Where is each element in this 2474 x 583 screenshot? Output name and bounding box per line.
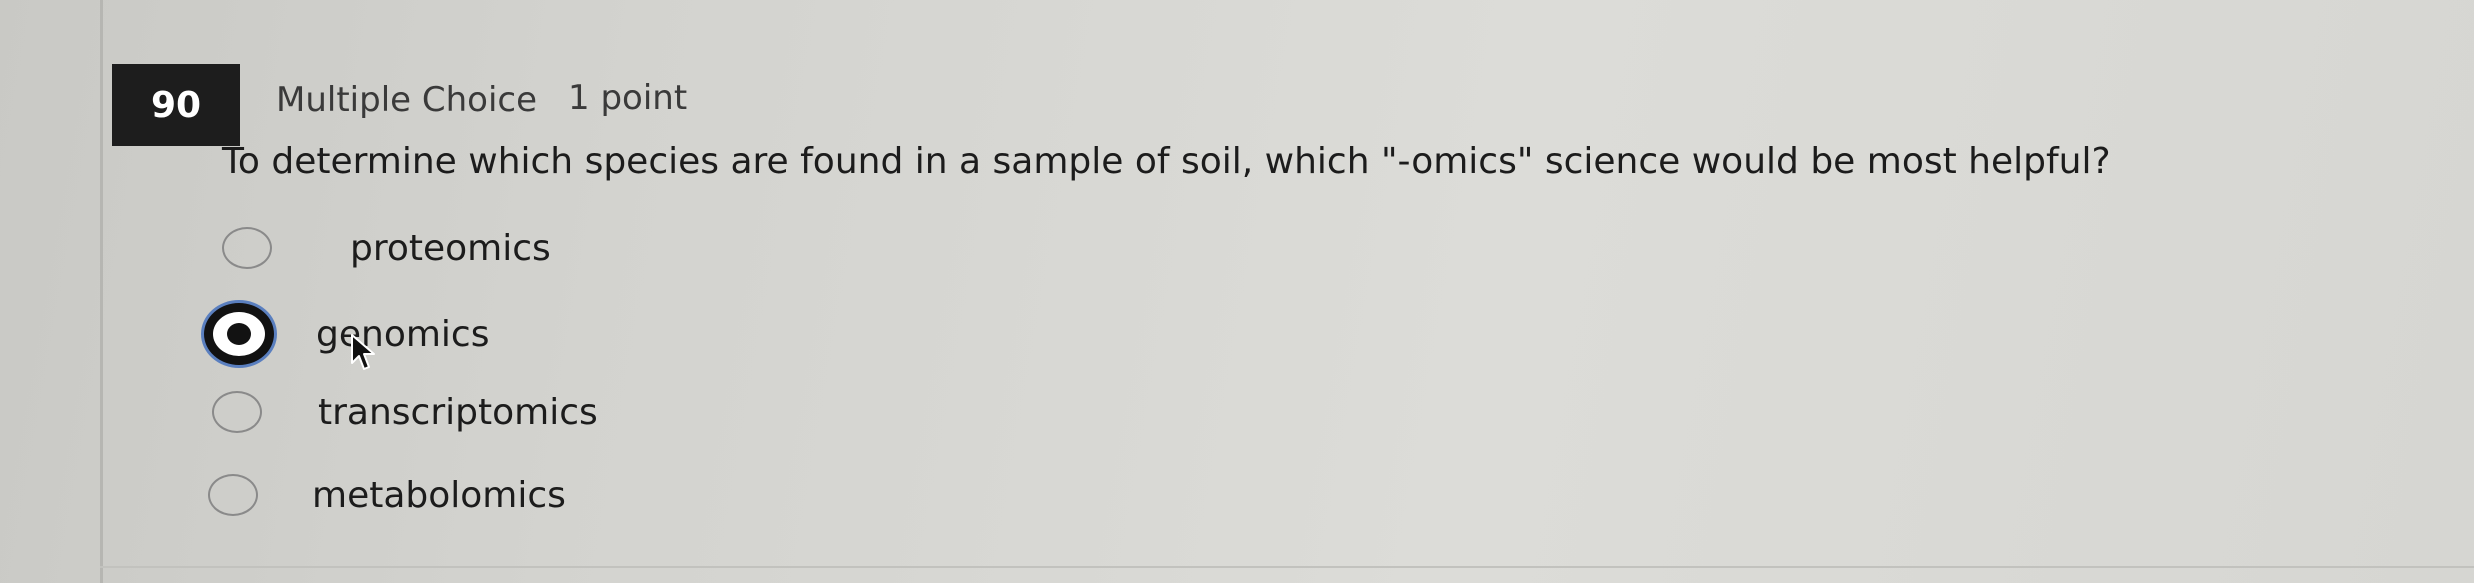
question-number-badge: 90 [112,64,240,146]
mouse-pointer-icon [351,334,375,370]
radio-button[interactable] [222,227,272,269]
option-proteomics[interactable]: proteomics [222,218,551,278]
question-text: To determine which species are found in … [222,141,2111,182]
option-metabolomics[interactable]: metabolomics [208,465,566,525]
option-label: transcriptomics [318,391,598,433]
left-divider [100,0,103,583]
question-points: 1 point [568,78,688,118]
option-label: genomics [316,313,490,355]
option-label: proteomics [350,227,551,269]
radio-button-selected[interactable] [204,303,274,365]
option-label: metabolomics [312,474,566,516]
bottom-divider [100,566,2474,568]
option-transcriptomics[interactable]: transcriptomics [212,382,598,442]
radio-button[interactable] [208,474,258,516]
question-type: Multiple Choice [276,80,538,120]
radio-button[interactable] [212,391,262,433]
option-genomics[interactable]: genomics [204,301,489,367]
